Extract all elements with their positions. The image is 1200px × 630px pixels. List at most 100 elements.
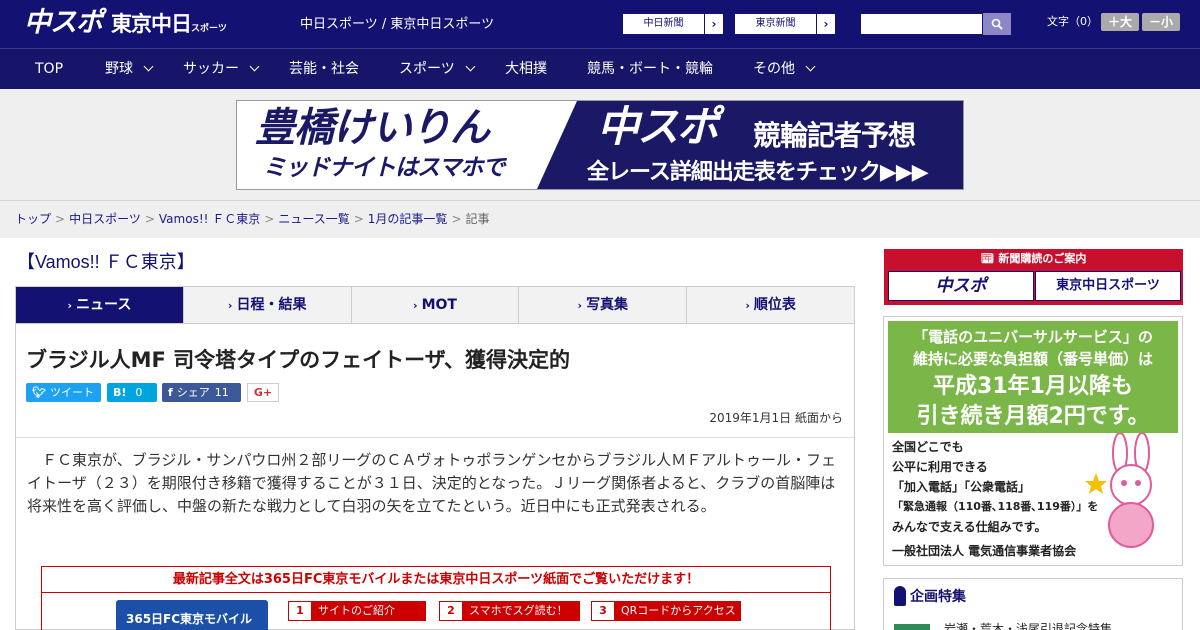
chuspo-logo[interactable]: 中スポ: [24, 7, 103, 39]
tab-label: 順位表: [753, 297, 796, 313]
breadcrumb-separator: >: [264, 212, 275, 226]
search-button[interactable]: [983, 13, 1011, 35]
chevron-down-icon: [143, 61, 154, 72]
tab-standings[interactable]: › 順位表: [686, 287, 854, 323]
ad-text2: 公平に利用できる: [892, 460, 988, 474]
ad-line1: 「電話のユニバーサルサービス」の: [913, 328, 1153, 346]
article-headline: ブラジル人MF 司令塔タイプのフェイトーザ、獲得決定的: [26, 348, 571, 372]
tab-schedule-results[interactable]: › 日程・結果: [182, 287, 351, 323]
ad-line4: 引き続き月額2円です。: [916, 404, 1150, 429]
special-features-box: 企画特集 岩瀬・荒木・浅尾引退記念特集: [883, 578, 1183, 630]
font-size-label: 文字（0）: [1047, 15, 1098, 28]
keirin-banner-ad[interactable]: 豊橋けいりん ミッドナイトはスマホで 中スポ 競輪記者予想 全レース詳細出走表を…: [236, 100, 964, 190]
nav-label: その他: [753, 61, 795, 77]
newspaper-icon: 📰︎: [980, 252, 999, 265]
ad-text5: みんなで支える仕組みです。: [892, 520, 1047, 534]
nav-label: サッカー: [183, 61, 239, 77]
ad-text1: 全国どこでも: [892, 440, 964, 454]
site-header: 中スポ 東京中日スポーツ 中日スポーツ / 東京中日スポーツ 中日新聞 › 東京…: [0, 0, 1200, 48]
ribbon-icon: [894, 586, 906, 606]
breadcrumb-separator: >: [144, 212, 155, 226]
search-icon: [991, 18, 1003, 30]
section-tabs: › ニュース › 日程・結果 › MOT › 写真集 › 順位表: [15, 286, 855, 324]
special-feature-label: 岩瀬・荒木・浅尾引退記念特集: [944, 622, 1113, 630]
nav-item-sports[interactable]: スポーツ: [399, 49, 476, 89]
tokyo-shimbun-link[interactable]: 東京新聞 ›: [734, 13, 836, 35]
tokyo-chunichi-logo[interactable]: 東京中日スポーツ: [111, 11, 227, 42]
breadcrumb-separator: >: [451, 212, 462, 226]
facebook-share-label: シェア: [176, 386, 210, 399]
chevron-down-icon: [805, 61, 816, 72]
tokyo-chunichi-subscribe-logo[interactable]: 東京中日スポーツ: [1035, 271, 1181, 301]
tokyo-chunichi-logo-sub: スポーツ: [191, 24, 227, 34]
nav-item-soccer[interactable]: サッカー: [183, 49, 260, 89]
breadcrumb-fc-tokyo[interactable]: Vamos!! ＦＣ東京: [159, 212, 260, 226]
newspaper-subscription-box[interactable]: 📰︎ 新聞購読のご案内 中スポ 東京中日スポーツ: [884, 249, 1183, 305]
nav-item-sumo[interactable]: 大相撲: [505, 49, 547, 89]
site-title[interactable]: 中日スポーツ / 東京中日スポーツ: [300, 16, 494, 33]
breadcrumb-chunichi-sports[interactable]: 中日スポーツ: [69, 212, 141, 226]
step-label: スマホでスグ読む！: [469, 604, 568, 617]
chevron-right-icon: ›: [577, 299, 583, 312]
step-label: QRコードからアクセス: [621, 604, 736, 617]
ad-line2: 維持に必要な負担額（番号単価）は: [912, 350, 1153, 368]
breadcrumb-separator: >: [353, 212, 364, 226]
banner-cta: 全レース詳細出走表をチェック▶▶▶: [587, 160, 929, 185]
tab-mot[interactable]: › MOT: [350, 287, 519, 323]
nav-item-other[interactable]: その他: [753, 49, 816, 89]
category-title[interactable]: 【Vamos!! ＦＣ東京】: [17, 251, 195, 273]
tab-label: 日程・結果: [236, 297, 307, 313]
step-number: 1: [289, 602, 311, 620]
facebook-share-button[interactable]: f シェア 11: [162, 383, 241, 402]
step-site-intro[interactable]: 1 サイトのご紹介: [288, 601, 426, 621]
ad-text3: 「加入電話」「公衆電話」: [892, 480, 1031, 494]
nav-label: 大相撲: [505, 61, 547, 77]
tweet-label: ツイート: [49, 386, 94, 399]
banner-line1: 豊橋けいりん: [255, 105, 490, 151]
step-label: サイトのご紹介: [318, 604, 395, 617]
universal-service-ad[interactable]: 「電話のユニバーサルサービス」の 維持に必要な負担額（番号単価）は 平成31年1…: [883, 316, 1183, 566]
ad-line3: 平成31年1月以降も: [933, 374, 1133, 399]
step-read-on-phone[interactable]: 2 スマホでスグ読む！: [439, 601, 580, 621]
subscription-title: 📰︎ 新聞購読のご案内: [884, 249, 1183, 269]
hatena-icon: B!: [113, 386, 127, 399]
google-plus-button[interactable]: G+: [247, 383, 279, 402]
font-larger-button[interactable]: ＋大: [1101, 13, 1139, 31]
chunichi-shimbun-link[interactable]: 中日新聞 ›: [622, 13, 724, 35]
special-feature-link[interactable]: 岩瀬・荒木・浅尾引退記念特集: [894, 621, 1112, 630]
nav-item-baseball[interactable]: 野球: [105, 49, 154, 89]
breadcrumb-january-list[interactable]: 1月の記事一覧: [368, 212, 448, 226]
step-number: 2: [440, 602, 462, 620]
step-qr-access[interactable]: 3 QRコードからアクセス: [591, 601, 741, 621]
search-input[interactable]: [860, 13, 983, 35]
nav-label: 競馬・ボート・競輪: [587, 61, 713, 77]
nav-item-top[interactable]: TOP: [35, 49, 63, 89]
ad-white-panel: 全国どこでも 公平に利用できる 「加入電話」「公衆電話」 「緊急通報（110番､…: [888, 433, 1178, 561]
chuspo-subscribe-logo[interactable]: 中スポ: [888, 271, 1034, 301]
fc-tokyo-mobile-button[interactable]: 365日FC東京モバイル: [116, 600, 268, 630]
nav-item-racing[interactable]: 競馬・ボート・競輪: [587, 49, 713, 89]
breadcrumb-news-list[interactable]: ニュース一覧: [278, 212, 349, 226]
twitter-icon: 🐦︎: [32, 386, 46, 399]
tokyo-shimbun-label: 東京新聞: [755, 18, 796, 29]
article-date: 2019年1月1日 紙面から: [709, 411, 843, 425]
rabbit-mascot-icon: [1085, 433, 1154, 548]
font-smaller-button[interactable]: －小: [1142, 13, 1180, 31]
breadcrumb-top[interactable]: トップ: [15, 212, 51, 226]
ad-inner: 「電話のユニバーサルサービス」の 維持に必要な負担額（番号単価）は 平成31年1…: [888, 321, 1178, 561]
ad-text4: 「緊急通報（110番､118番､119番）」を: [892, 500, 1099, 513]
facebook-count: 11: [214, 386, 229, 399]
tweet-button[interactable]: 🐦︎ ツイート: [26, 383, 101, 402]
tab-label: ニュース: [76, 297, 132, 313]
hatena-count: 0: [135, 386, 143, 399]
tab-label: 写真集: [586, 297, 629, 313]
hatena-bookmark-button[interactable]: B! 0: [107, 383, 157, 402]
promo-title: 最新記事全文は365日FC東京モバイルまたは東京中日スポーツ紙面でご覧いただけま…: [42, 567, 830, 593]
nav-item-entertainment[interactable]: 芸能・社会: [289, 49, 359, 89]
subscription-title-text: 新聞購読のご案内: [998, 252, 1087, 265]
chunichi-shimbun-label: 中日新聞: [643, 18, 684, 29]
tab-photos[interactable]: › 写真集: [518, 287, 686, 323]
tab-news[interactable]: › ニュース: [16, 287, 183, 323]
nav-label: TOP: [35, 61, 64, 77]
tab-label: MOT: [421, 297, 457, 313]
